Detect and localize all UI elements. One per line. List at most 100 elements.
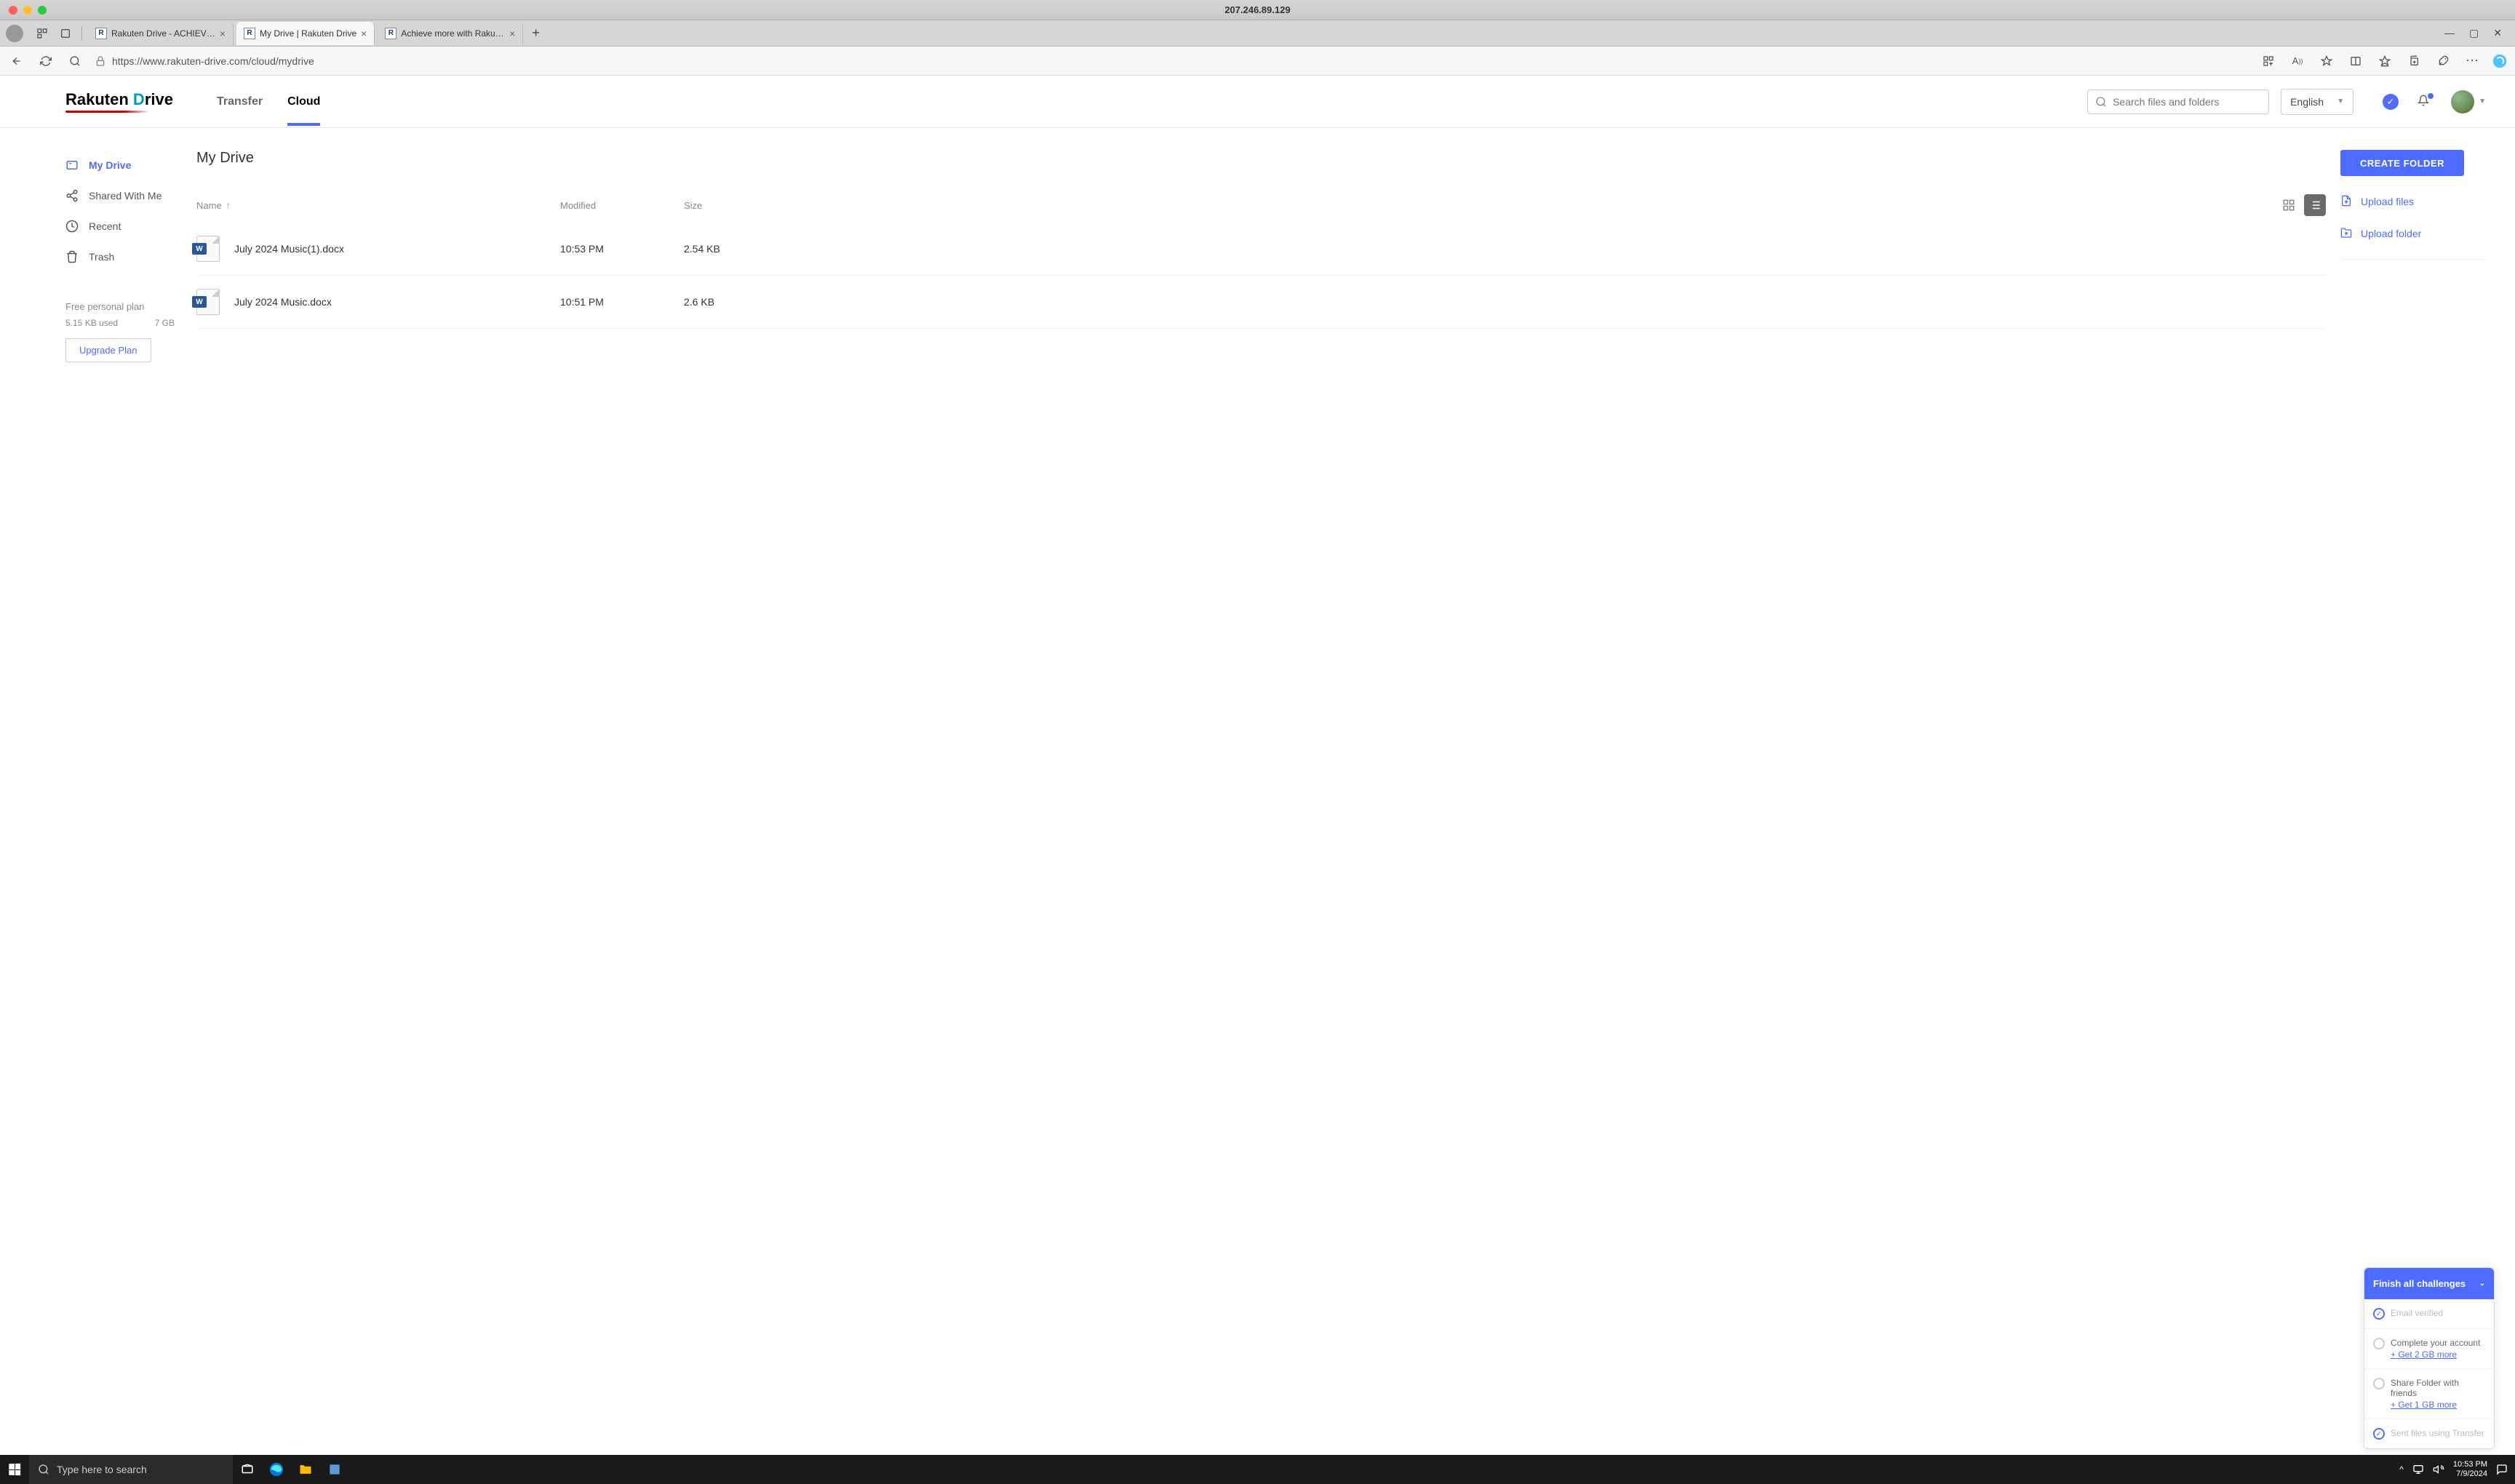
browser-tab[interactable]: R My Drive | Rakuten Drive × xyxy=(236,22,375,45)
tray-display-icon[interactable] xyxy=(2412,1464,2424,1475)
user-menu[interactable]: ▼ xyxy=(2451,90,2486,113)
taskbar-search[interactable]: Type here to search xyxy=(29,1455,233,1484)
create-folder-button[interactable]: CREATE FOLDER xyxy=(2340,150,2464,176)
upload-folder-icon xyxy=(2340,227,2353,240)
maximize-window-button[interactable]: ▢ xyxy=(2469,27,2479,39)
close-icon[interactable]: × xyxy=(220,28,226,39)
tray-date: 7/9/2024 xyxy=(2453,1469,2487,1479)
logo[interactable]: Rakuten Drive xyxy=(65,90,173,113)
chevron-down-icon[interactable]: ⌄ xyxy=(2479,1280,2485,1288)
tray-notifications-icon[interactable] xyxy=(2496,1464,2508,1475)
favorites-list-icon[interactable] xyxy=(2375,52,2394,71)
start-button[interactable] xyxy=(0,1455,29,1484)
sidebar-item-recent[interactable]: Recent xyxy=(65,211,175,242)
column-name[interactable]: Name ↑ xyxy=(196,200,560,211)
address-bar: https://www.rakuten-drive.com/cloud/mydr… xyxy=(0,47,2515,76)
more-icon[interactable]: ⋯ xyxy=(2463,52,2482,71)
browser-tab[interactable]: R Rakuten Drive - ACHIEVE MORE × xyxy=(88,22,234,45)
new-tab-button[interactable]: + xyxy=(526,25,546,41)
column-size[interactable]: Size xyxy=(684,200,771,211)
profile-avatar-icon[interactable] xyxy=(6,25,23,42)
search-input[interactable] xyxy=(2087,89,2269,114)
upload-folder-label: Upload folder xyxy=(2361,228,2421,239)
challenges-title: Finish all challenges xyxy=(2373,1278,2466,1289)
upload-folder-link[interactable]: Upload folder xyxy=(2340,227,2486,240)
file-name: July 2024 Music.docx xyxy=(234,296,560,308)
challenge-link[interactable]: + Get 1 GB more xyxy=(2391,1400,2485,1410)
tray-chevron-icon[interactable]: ^ xyxy=(2399,1464,2404,1475)
sidebar-item-shared[interactable]: Shared With Me xyxy=(65,180,175,211)
file-row[interactable]: W July 2024 Music.docx 10:51 PM 2.6 KB xyxy=(196,276,2326,329)
language-select[interactable]: English ▼ xyxy=(2281,89,2353,115)
search-button[interactable] xyxy=(65,52,84,71)
close-icon[interactable]: × xyxy=(509,28,515,39)
grid-view-button[interactable] xyxy=(2278,194,2300,216)
search-field[interactable] xyxy=(2113,96,2261,108)
workspaces-icon[interactable] xyxy=(32,23,52,44)
search-icon xyxy=(2095,96,2107,108)
file-name: July 2024 Music(1).docx xyxy=(234,243,560,255)
challenge-text: Complete your account xyxy=(2391,1338,2480,1348)
tab-actions-icon[interactable] xyxy=(55,23,76,44)
notifications-button[interactable] xyxy=(2418,95,2432,109)
logo-text: Rakuten xyxy=(65,90,129,108)
column-modified[interactable]: Modified xyxy=(560,200,684,211)
upload-files-link[interactable]: Upload files xyxy=(2340,195,2486,208)
lock-icon xyxy=(95,55,106,67)
challenge-text: Email verified xyxy=(2391,1308,2443,1320)
tab-title: Achieve more with Rakuten Driv xyxy=(401,28,505,39)
browser-tab[interactable]: R Achieve more with Rakuten Driv × xyxy=(378,22,523,45)
back-button[interactable] xyxy=(7,52,26,71)
check-circle-icon xyxy=(2373,1338,2385,1349)
edge-browser-icon[interactable] xyxy=(262,1455,291,1484)
file-size: 2.54 KB xyxy=(684,243,771,255)
challenges-header[interactable]: Finish all challenges ⌄ xyxy=(2364,1268,2494,1299)
sync-status-icon[interactable]: ✓ xyxy=(2383,94,2399,110)
favorite-icon[interactable] xyxy=(2317,52,2336,71)
close-icon[interactable]: × xyxy=(361,28,367,39)
sidebar-item-mydrive[interactable]: My Drive xyxy=(65,150,175,180)
drive-icon xyxy=(65,159,79,172)
sidebar: My Drive Shared With Me Recent Trash Fre… xyxy=(0,128,175,1455)
split-screen-icon[interactable] xyxy=(2346,52,2365,71)
collections-icon[interactable] xyxy=(2404,52,2423,71)
plan-label: Free personal plan xyxy=(65,301,175,312)
sidebar-item-label: Trash xyxy=(89,251,114,263)
trash-icon xyxy=(65,250,79,263)
mac-minimize-button[interactable] xyxy=(23,6,32,15)
chevron-down-icon: ▼ xyxy=(2479,97,2486,105)
read-aloud-icon[interactable]: A)) xyxy=(2288,52,2307,71)
close-window-button[interactable]: ✕ xyxy=(2493,27,2502,39)
minimize-window-button[interactable]: — xyxy=(2444,27,2455,39)
logo-underline xyxy=(65,111,149,113)
page-title: My Drive xyxy=(196,150,2326,167)
refresh-button[interactable] xyxy=(36,52,55,71)
file-row[interactable]: W July 2024 Music(1).docx 10:53 PM 2.54 … xyxy=(196,223,2326,276)
app-icon[interactable] xyxy=(320,1455,349,1484)
favicon-icon: R xyxy=(95,28,107,39)
sidebar-item-trash[interactable]: Trash xyxy=(65,242,175,272)
tray-volume-icon[interactable] xyxy=(2433,1464,2444,1475)
upgrade-plan-button[interactable]: Upgrade Plan xyxy=(65,338,151,362)
actions-panel: CREATE FOLDER Upload files Upload folder xyxy=(2340,128,2515,1455)
extensions-icon[interactable] xyxy=(2434,52,2452,71)
mac-close-button[interactable] xyxy=(9,6,17,15)
url-field[interactable]: https://www.rakuten-drive.com/cloud/mydr… xyxy=(95,55,2249,67)
list-view-button[interactable] xyxy=(2304,194,2326,216)
check-circle-icon: ✓ xyxy=(2373,1308,2385,1320)
nav-tab-cloud[interactable]: Cloud xyxy=(287,78,320,126)
search-icon xyxy=(38,1464,49,1475)
tray-clock[interactable]: 10:53 PM 7/9/2024 xyxy=(2453,1460,2487,1479)
url-text: https://www.rakuten-drive.com/cloud/mydr… xyxy=(112,55,314,67)
mac-fullscreen-button[interactable] xyxy=(38,6,47,15)
file-size: 2.6 KB xyxy=(684,296,771,308)
file-explorer-icon[interactable] xyxy=(291,1455,320,1484)
challenge-link[interactable]: + Get 2 GB more xyxy=(2391,1349,2480,1360)
copilot-icon[interactable] xyxy=(2492,53,2508,69)
taskbar-search-placeholder: Type here to search xyxy=(57,1464,147,1475)
challenge-text: Share Folder with friends xyxy=(2391,1378,2485,1398)
nav-tab-transfer[interactable]: Transfer xyxy=(217,78,263,126)
task-view-button[interactable] xyxy=(233,1455,262,1484)
app-available-icon[interactable] xyxy=(2259,52,2278,71)
challenges-panel: Finish all challenges ⌄ ✓ Email verified… xyxy=(2364,1267,2495,1449)
